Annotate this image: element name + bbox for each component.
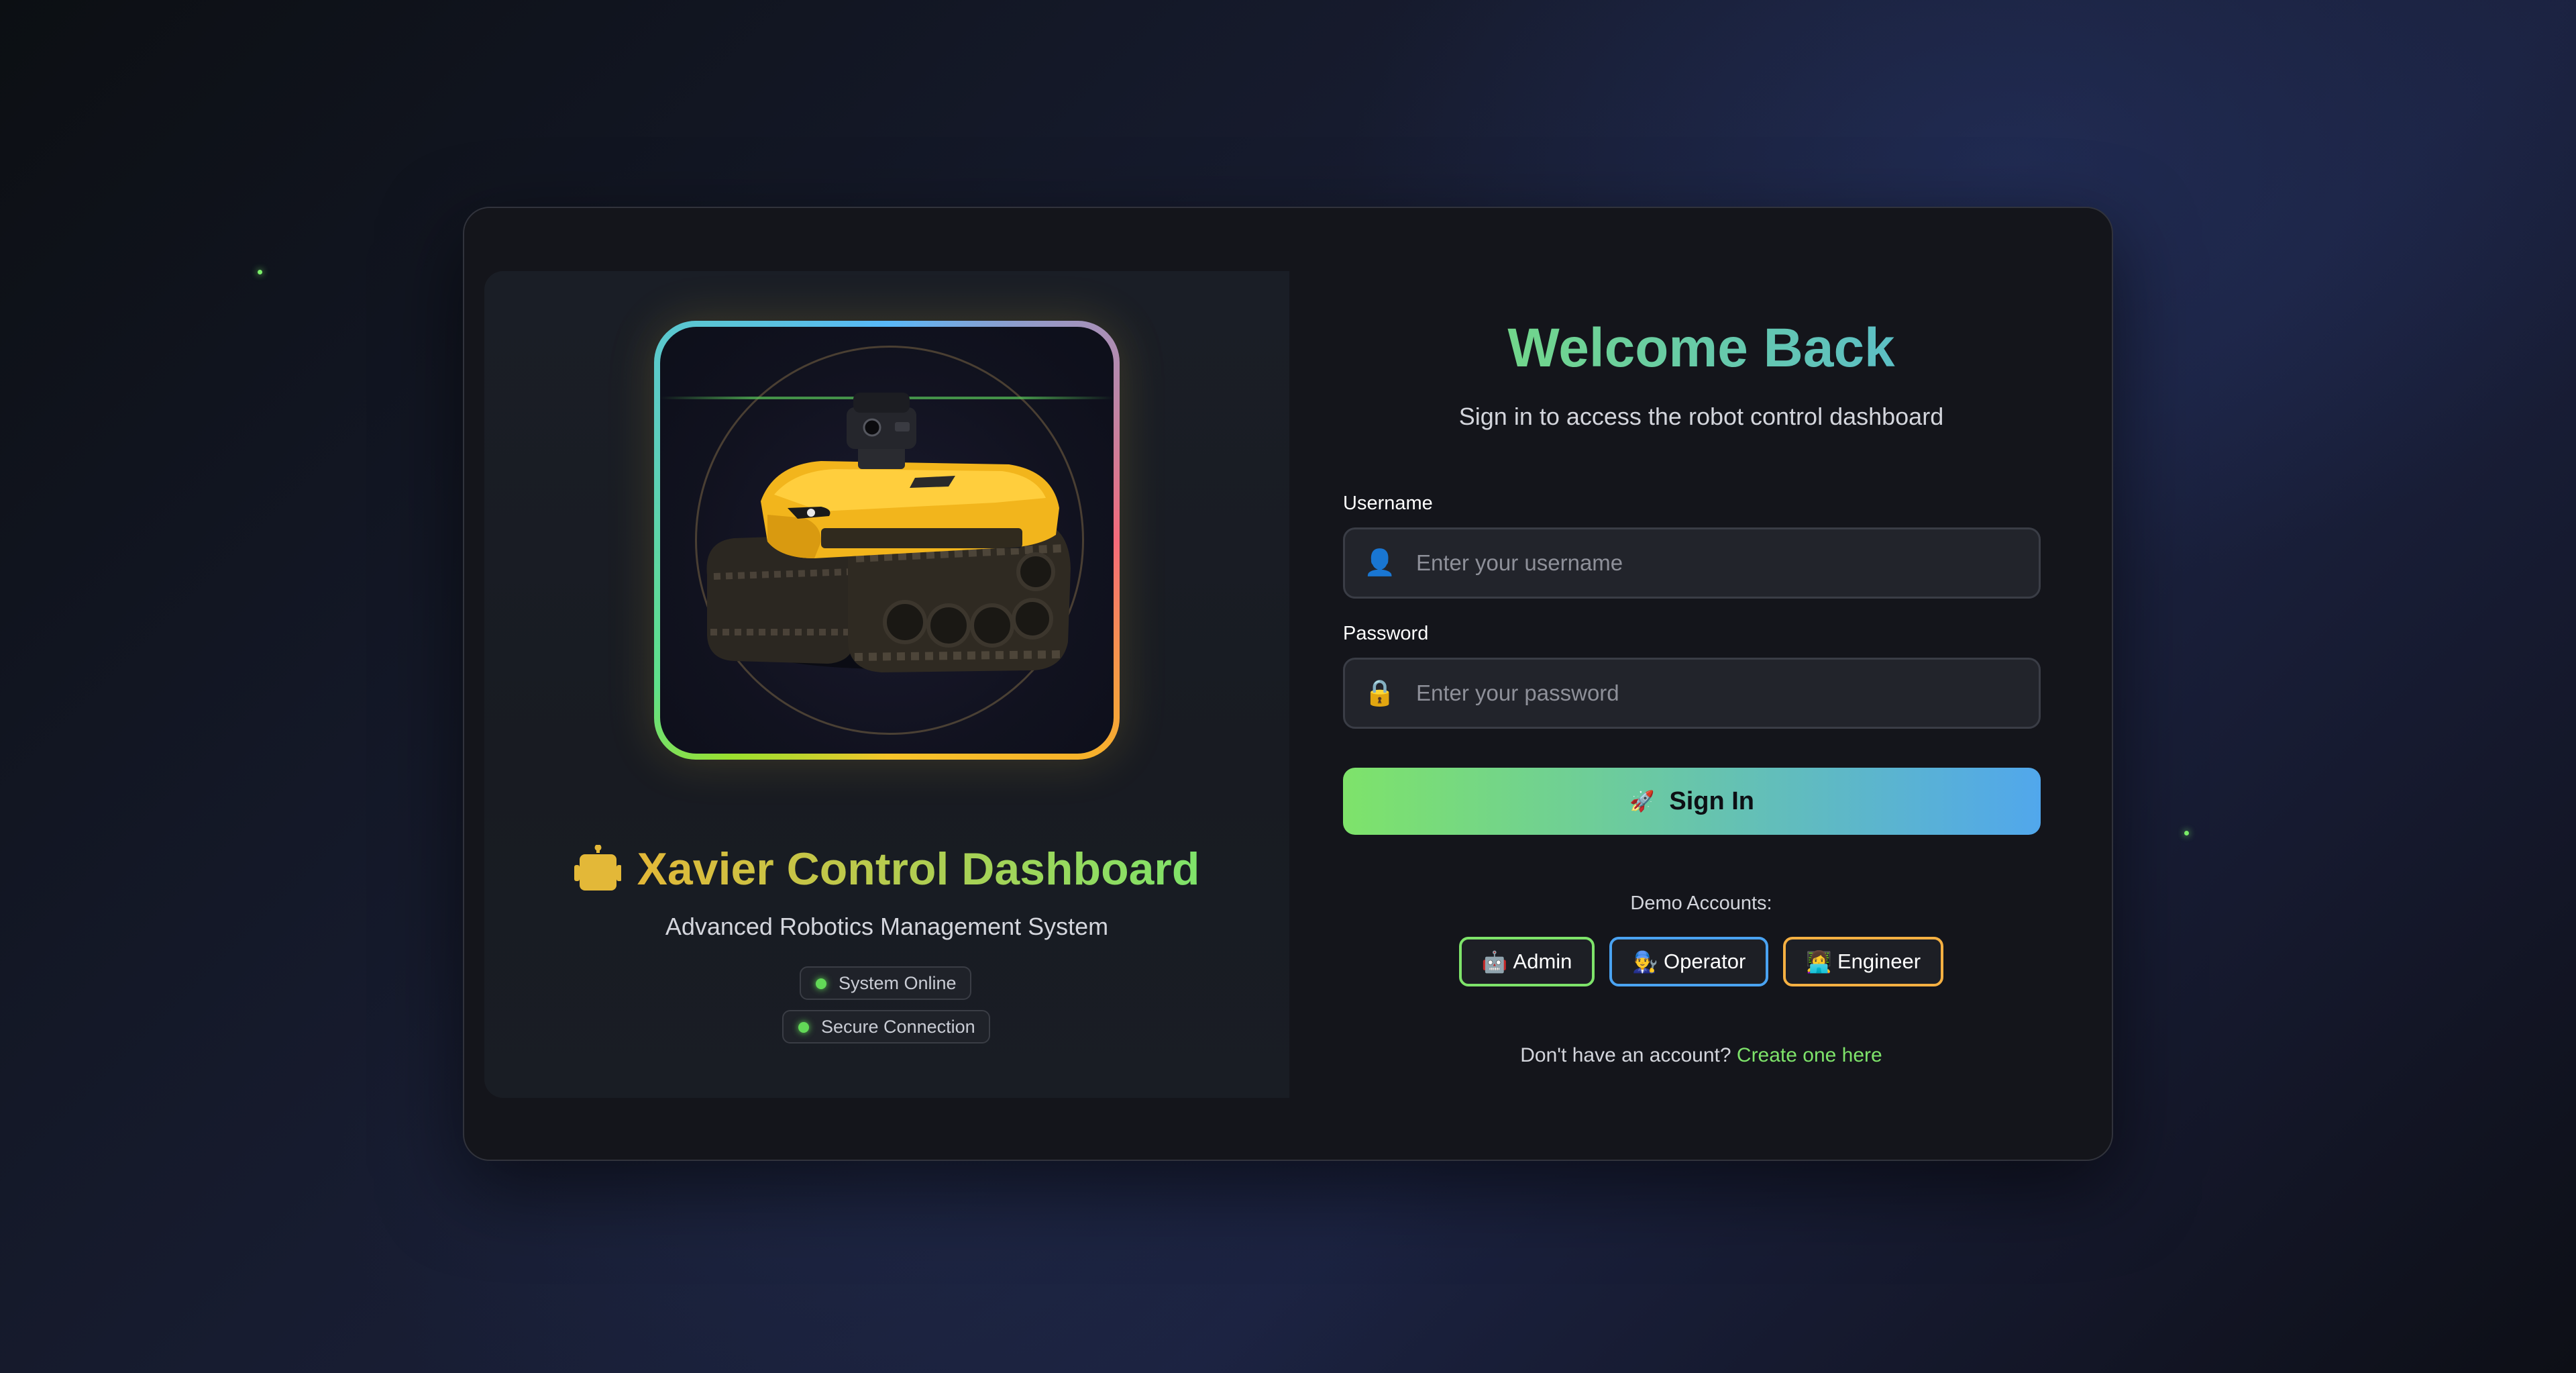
demo-engineer-label: Engineer [1837,950,1921,973]
demo-operator-button[interactable]: 👨‍🔧 Operator [1609,937,1769,986]
welcome-subheading: Sign in to access the robot control dash… [1458,403,1944,430]
background-particle [2184,831,2189,835]
demo-operator-label: Operator [1664,950,1746,973]
robot-image-frame [654,321,1120,760]
background-particle [258,270,262,274]
mechanic-icon: 👨‍🔧 [1632,950,1659,974]
robot-face-icon: 🤖 [1481,950,1508,974]
demo-accounts: 🤖 Admin 👨‍🔧 Operator 👩‍💻 Engineer [1289,937,2113,986]
status-dot-icon [816,978,826,989]
demo-admin-button[interactable]: 🤖 Admin [1458,937,1595,986]
demo-engineer-button[interactable]: 👩‍💻 Engineer [1783,937,1944,986]
status-badge-label: Secure Connection [821,1016,975,1037]
brand-panel: Xavier Control Dashboard Advanced Roboti… [484,271,1289,1098]
login-card: Xavier Control Dashboard Advanced Roboti… [463,207,2113,1161]
password-label: Password [1343,623,1429,644]
demo-admin-label: Admin [1513,950,1572,973]
user-icon: 👤 [1364,549,1396,577]
username-field: 👤 [1343,527,2041,599]
sign-in-label: Sign In [1669,786,1754,815]
lock-icon: 🔒 [1364,679,1396,707]
signup-prompt: Don't have an account? Create one here [1289,1044,2113,1067]
dashboard-subtitle: Advanced Robotics Management System [665,913,1109,940]
robot-image [660,327,1114,754]
technologist-icon: 👩‍💻 [1806,950,1832,974]
username-input[interactable] [1415,550,2039,576]
sign-in-button[interactable]: 🚀 Sign In [1343,768,2041,835]
welcome-heading: Welcome Back [1289,317,2113,380]
signup-prompt-text: Don't have an account? [1520,1044,1731,1066]
dashboard-title: Xavier Control Dashboard [637,844,1200,895]
login-panel: Welcome Back Sign in to access the robot… [1289,208,2113,1160]
username-label: Username [1343,493,1433,514]
brand-title-row: Xavier Control Dashboard [484,843,1289,895]
demo-accounts-label: Demo Accounts: [1630,893,1772,914]
rocket-icon: 🚀 [1629,790,1655,813]
status-badge-secure-connection: Secure Connection [782,1010,990,1044]
password-input[interactable] [1415,680,2039,707]
status-dot-icon [798,1022,809,1033]
status-badge-system-online: System Online [800,966,971,1000]
tracked-robot-illustration [706,393,1071,672]
password-field: 🔒 [1343,658,2041,729]
robot-icon [574,845,621,891]
create-account-link[interactable]: Create one here [1737,1044,1882,1066]
status-badge-label: System Online [839,972,957,993]
